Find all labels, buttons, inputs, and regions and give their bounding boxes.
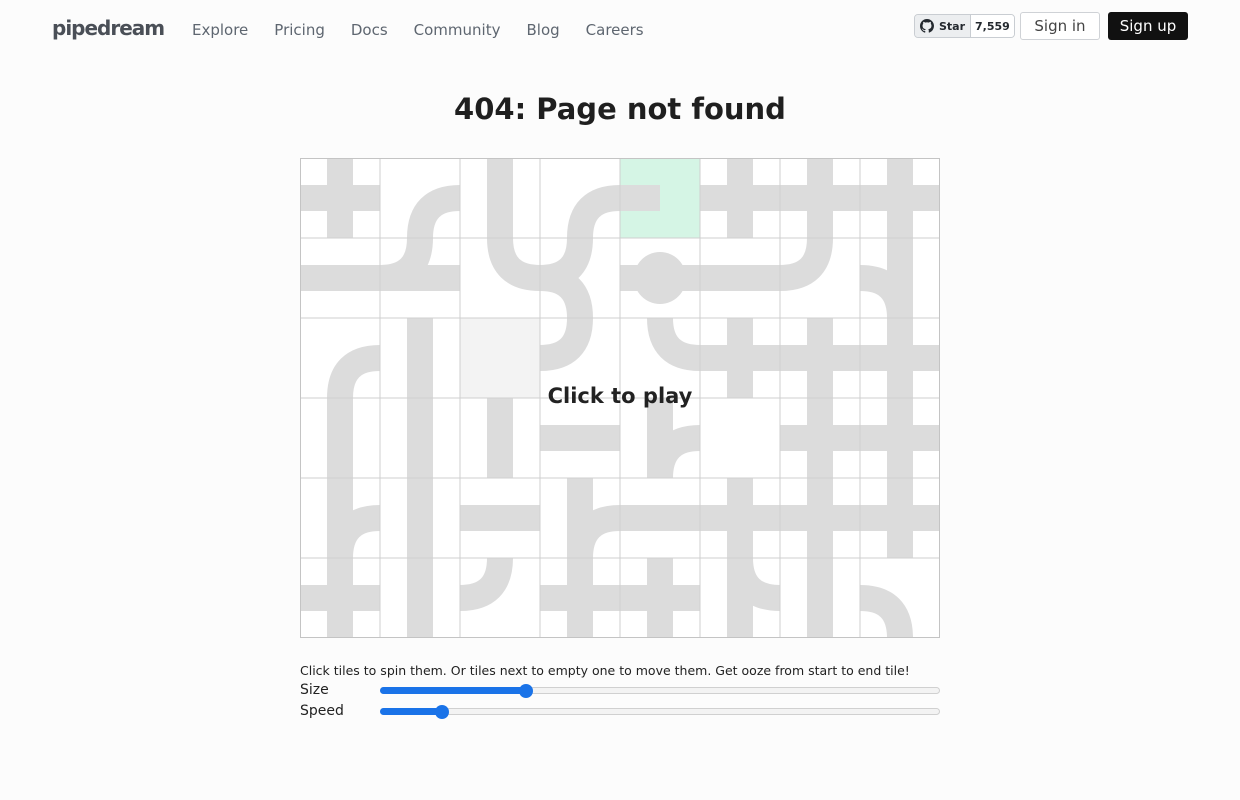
github-star-count[interactable]: 7,559 — [971, 15, 1014, 37]
speed-slider[interactable] — [380, 704, 940, 720]
pipe-straight-h — [860, 425, 940, 451]
speed-slider-fill — [380, 708, 442, 715]
speed-slider-thumb[interactable] — [434, 705, 449, 719]
size-slider-thumb[interactable] — [518, 684, 533, 698]
pipe-straight-v — [327, 398, 353, 478]
pipe-straight-v — [487, 398, 513, 478]
speed-slider-track[interactable] — [380, 708, 940, 715]
size-slider[interactable] — [380, 683, 940, 699]
empty-tile — [460, 318, 540, 398]
pipe-straight-h — [300, 265, 380, 291]
start-pipe-stub — [620, 185, 660, 211]
speed-label: Speed — [300, 703, 344, 719]
page-title: 404: Page not found — [454, 92, 786, 126]
nav-blog[interactable]: Blog — [526, 20, 559, 40]
pipe-straight-h — [860, 185, 940, 211]
github-star[interactable]: Star — [915, 15, 972, 37]
pipe-straight-h — [300, 185, 380, 211]
pipe-straight-v — [407, 558, 433, 638]
pipe-straight-h — [780, 345, 860, 371]
pipe-straight-h — [620, 585, 700, 611]
pipe-straight-v — [407, 318, 433, 398]
nav-docs[interactable]: Docs — [351, 20, 388, 40]
pipe-straight-h — [860, 345, 940, 371]
pipedream-logo[interactable]: pipedream — [52, 16, 165, 40]
github-icon — [920, 19, 934, 33]
nav-careers[interactable]: Careers — [586, 20, 644, 40]
instructions-text: Click tiles to spin them. Or tiles next … — [300, 663, 910, 678]
puzzle-board[interactable]: Click to play — [300, 158, 940, 638]
size-label: Size — [300, 682, 329, 698]
pipe-end-cap — [634, 252, 686, 304]
pipe-straight-h — [460, 505, 540, 531]
nav-pricing[interactable]: Pricing — [274, 20, 325, 40]
pipe-straight-h — [860, 505, 940, 531]
pipe-straight-h — [700, 185, 780, 211]
pipe-straight-h — [780, 425, 860, 451]
github-star-button[interactable]: Star 7,559 — [914, 14, 1015, 38]
nav-explore[interactable]: Explore — [192, 20, 248, 40]
sign-in-button[interactable]: Sign in — [1020, 12, 1100, 40]
pipe-straight-h — [540, 425, 620, 451]
size-slider-fill — [380, 687, 526, 694]
pipe-straight-h — [780, 185, 860, 211]
pipe-straight-h — [700, 345, 780, 371]
pipe-straight-h — [540, 585, 620, 611]
nav-community[interactable]: Community — [414, 20, 501, 40]
pipe-straight-v — [807, 558, 833, 638]
sign-up-button[interactable]: Sign up — [1108, 12, 1188, 40]
puzzle-grid[interactable] — [300, 158, 940, 638]
github-star-label: Star — [939, 19, 966, 33]
pipe-straight-h — [780, 505, 860, 531]
pipe-straight-h — [300, 585, 380, 611]
main-nav: Explore Pricing Docs Community Blog Care… — [192, 20, 670, 40]
